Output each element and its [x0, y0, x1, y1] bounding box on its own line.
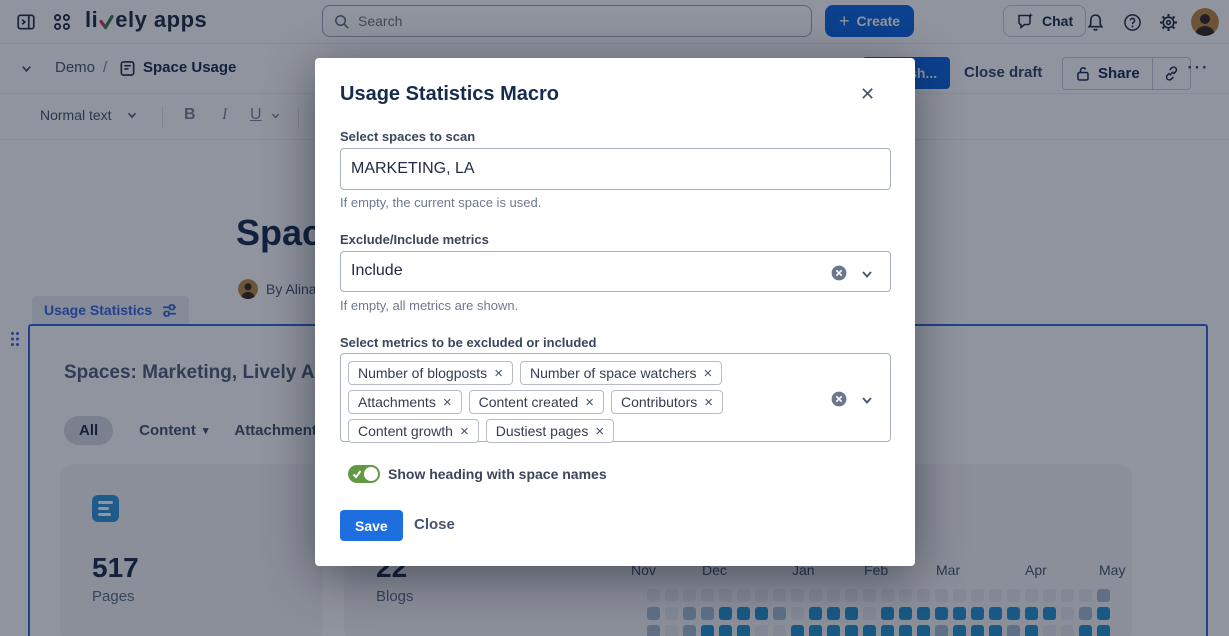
spaces-helper-text: If empty, the current space is used. — [340, 195, 541, 210]
metrics-field-label: Select metrics to be excluded or include… — [340, 335, 596, 350]
tag-remove-icon[interactable]: × — [585, 394, 594, 411]
metrics-multiselect[interactable]: Number of blogposts×Number of space watc… — [340, 353, 891, 442]
chevron-down-icon[interactable] — [860, 267, 874, 281]
metrics-tags: Number of blogposts×Number of space watc… — [348, 361, 828, 443]
metric-tag[interactable]: Content growth × — [348, 419, 479, 443]
tag-remove-icon[interactable]: × — [443, 394, 452, 411]
tag-label: Attachments — [358, 394, 436, 410]
metric-tag[interactable]: Content created × — [469, 390, 604, 414]
save-button[interactable]: Save — [340, 510, 403, 541]
modal-close-button[interactable]: Close — [414, 516, 455, 533]
metric-tag[interactable]: Number of blogposts × — [348, 361, 513, 385]
metric-tag[interactable]: Number of space watchers × — [520, 361, 722, 385]
metric-tag[interactable]: Attachments × — [348, 390, 462, 414]
tag-label: Number of space watchers — [530, 365, 697, 381]
metric-tag[interactable]: Dustiest pages × — [486, 419, 614, 443]
metric-tag[interactable]: Contributors × — [611, 390, 723, 414]
chevron-down-icon[interactable] — [860, 393, 874, 407]
tag-label: Content growth — [358, 423, 453, 439]
toggle-knob — [364, 467, 378, 481]
mode-field-label: Exclude/Include metrics — [340, 232, 489, 247]
check-icon — [352, 469, 362, 479]
heading-toggle-row: Show heading with space names — [348, 465, 607, 483]
show-heading-toggle[interactable] — [348, 465, 380, 483]
tag-remove-icon[interactable]: × — [704, 394, 713, 411]
mode-select[interactable]: Include — [340, 251, 891, 292]
spaces-field-label: Select spaces to scan — [340, 129, 475, 144]
tag-remove-icon[interactable]: × — [460, 423, 469, 440]
usage-statistics-modal: Usage Statistics Macro ✕ Select spaces t… — [315, 58, 915, 566]
tag-remove-icon[interactable]: × — [703, 365, 712, 382]
tag-remove-icon[interactable]: × — [595, 423, 604, 440]
mode-helper-text: If empty, all metrics are shown. — [340, 298, 518, 313]
tag-label: Contributors — [621, 394, 697, 410]
spaces-input[interactable] — [340, 148, 891, 190]
mode-select-value: Include — [351, 262, 403, 280]
clear-icon[interactable] — [831, 265, 847, 281]
toggle-label: Show heading with space names — [388, 466, 607, 482]
tag-remove-icon[interactable]: × — [494, 365, 503, 382]
clear-icon[interactable] — [831, 391, 847, 407]
modal-title: Usage Statistics Macro — [340, 83, 559, 106]
tag-label: Dustiest pages — [496, 423, 589, 439]
tag-label: Content created — [479, 394, 579, 410]
close-icon[interactable]: ✕ — [860, 84, 875, 105]
tag-label: Number of blogposts — [358, 365, 487, 381]
